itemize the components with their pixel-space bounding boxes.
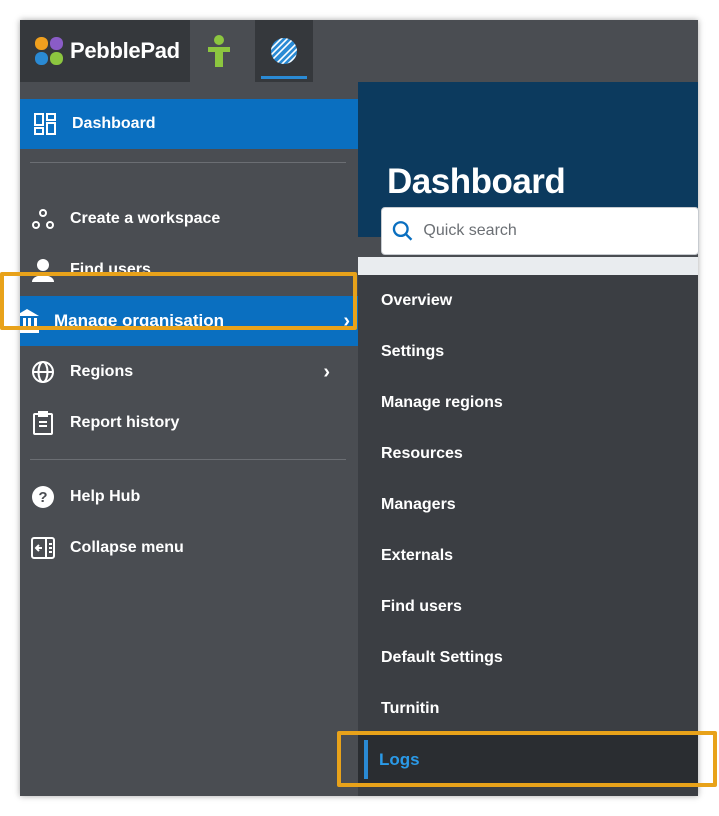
- chevron-right-icon: ›: [323, 360, 330, 383]
- quick-search-box[interactable]: [381, 207, 699, 255]
- submenu-item-default-settings[interactable]: Default Settings: [358, 632, 698, 683]
- submenu-item-manage-regions[interactable]: Manage regions: [358, 377, 698, 428]
- submenu-item-label: Overview: [381, 291, 453, 309]
- submenu-item-find-users[interactable]: Find users: [358, 581, 698, 632]
- submenu-item-label: Logs: [379, 749, 420, 769]
- user-icon: [30, 257, 56, 283]
- brand-name: PebblePad: [70, 38, 180, 63]
- submenu-item-label: Settings: [381, 342, 445, 360]
- institution-icon: [20, 308, 40, 334]
- sidebar-item-create-workspace[interactable]: Create a workspace: [20, 194, 358, 244]
- submenu-item-label: Managers: [381, 495, 456, 513]
- active-tab-indicator: [261, 76, 307, 79]
- page-title: Dashboard: [387, 162, 566, 201]
- submenu-item-resources[interactable]: Resources: [358, 428, 698, 479]
- collapse-icon: [30, 535, 56, 561]
- content-area: [358, 257, 698, 275]
- submenu-item-settings[interactable]: Settings: [358, 326, 698, 377]
- sidebar-item-label: Regions: [70, 363, 134, 380]
- submenu-item-label: Manage regions: [381, 393, 503, 411]
- sidebar-item-regions[interactable]: Regions ›: [20, 347, 358, 397]
- search-icon: [392, 221, 413, 241]
- sidebar-divider: [30, 162, 346, 163]
- sidebar-item-dashboard[interactable]: Dashboard: [20, 99, 358, 149]
- workspace-icon: [30, 206, 56, 232]
- globe-striped-icon: [271, 38, 297, 64]
- sidebar-item-report-history[interactable]: Report history: [20, 398, 358, 448]
- brand-logo[interactable]: PebblePad: [20, 20, 190, 82]
- organisation-submenu: Overview Settings Manage regions Resourc…: [358, 275, 698, 796]
- sidebar-item-manage-organisation[interactable]: Manage organisation ›: [20, 296, 358, 346]
- dashboard-icon: [32, 111, 58, 137]
- sidebar-item-label: Create a workspace: [70, 210, 221, 227]
- sidebar-item-label: Find users: [70, 261, 151, 278]
- submenu-item-label: Externals: [381, 546, 454, 564]
- sidebar-item-label: Manage organisation: [54, 311, 225, 330]
- sidebar-item-label: Collapse menu: [70, 539, 184, 556]
- sidebar-item-label: Dashboard: [72, 115, 156, 132]
- app-window: PebblePad Dashboard Create a workspace F…: [20, 20, 698, 796]
- globe-icon: [30, 359, 56, 385]
- svg-text:?: ?: [38, 489, 47, 506]
- submenu-item-label: Default Settings: [381, 648, 503, 666]
- tab-atlas-workspace[interactable]: [255, 20, 313, 82]
- active-indicator: [364, 740, 368, 779]
- tab-atlas[interactable]: [190, 20, 248, 82]
- submenu-item-externals[interactable]: Externals: [358, 530, 698, 581]
- submenu-item-label: Find users: [381, 597, 462, 615]
- submenu-item-managers[interactable]: Managers: [358, 479, 698, 530]
- sidebar-item-label: Help Hub: [70, 488, 141, 505]
- chevron-right-icon: ›: [343, 309, 350, 332]
- clipboard-icon: [30, 410, 56, 436]
- sidebar-item-collapse-menu[interactable]: Collapse menu: [20, 523, 358, 573]
- sidebar-item-help-hub[interactable]: ? Help Hub: [20, 472, 358, 522]
- sidebar-item-label: Report history: [70, 414, 180, 431]
- submenu-item-label: Resources: [381, 444, 463, 462]
- submenu-item-label: Turnitin: [381, 699, 440, 717]
- user-figure-icon: [208, 35, 230, 67]
- pebblepad-logo-icon: [35, 37, 63, 65]
- submenu-item-logs[interactable]: Logs: [358, 734, 698, 785]
- sidebar-item-find-users[interactable]: Find users: [20, 245, 358, 295]
- quick-search-input[interactable]: [421, 221, 698, 241]
- help-icon: ?: [30, 484, 56, 510]
- submenu-item-turnitin[interactable]: Turnitin: [358, 683, 698, 734]
- top-bar: PebblePad: [20, 20, 698, 83]
- sidebar: Dashboard Create a workspace Find users: [20, 82, 358, 796]
- submenu-item-overview[interactable]: Overview: [358, 275, 698, 326]
- sidebar-divider: [30, 459, 346, 460]
